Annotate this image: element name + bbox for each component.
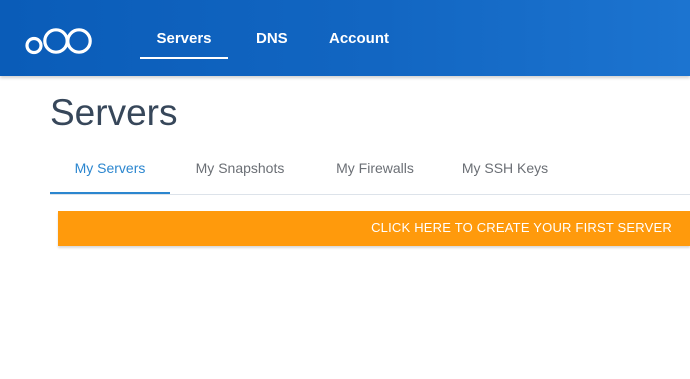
nav-servers[interactable]: Servers xyxy=(140,28,228,52)
top-navigation-bar: Servers DNS Account xyxy=(0,0,690,76)
create-first-server-button[interactable]: CLICK HERE TO CREATE YOUR FIRST SERVER xyxy=(58,211,690,246)
nav-dns[interactable]: DNS xyxy=(256,28,288,52)
server-tabs: My Servers My Snapshots My Firewalls My … xyxy=(50,150,690,195)
nav-active-indicator xyxy=(140,57,228,59)
tab-my-servers[interactable]: My Servers xyxy=(50,150,170,194)
tab-my-firewalls[interactable]: My Firewalls xyxy=(322,150,428,194)
tab-my-ssh-keys[interactable]: My SSH Keys xyxy=(450,150,560,194)
tab-active-indicator xyxy=(50,192,170,194)
tab-my-snapshots[interactable]: My Snapshots xyxy=(182,150,298,194)
nav-account[interactable]: Account xyxy=(329,28,389,52)
page-title: Servers xyxy=(50,92,178,133)
logo-icon[interactable] xyxy=(25,27,93,55)
